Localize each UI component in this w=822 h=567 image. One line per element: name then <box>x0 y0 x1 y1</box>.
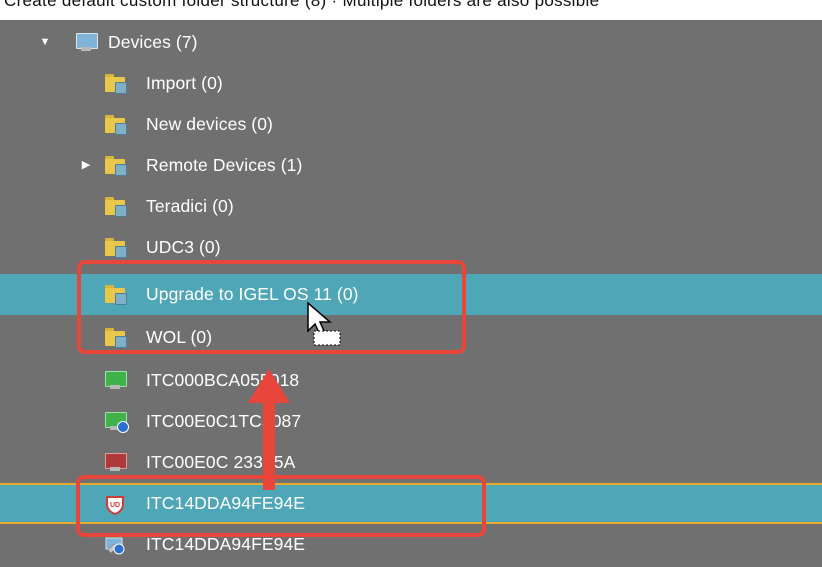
top-strip: Create default custom folder structure (… <box>0 0 822 20</box>
expand-arrow-icon[interactable]: ▶ <box>80 159 92 171</box>
folder-icon <box>104 114 127 135</box>
folder-label: New devices (0) <box>146 114 273 134</box>
device-label: ITC14DDA94FE94E <box>146 534 306 554</box>
folder-icon <box>104 73 127 94</box>
drag-cursor-icon <box>304 301 344 351</box>
monitor-red-icon <box>104 452 127 472</box>
expand-arrow-icon[interactable]: ▼ <box>39 36 51 48</box>
folder-label: Import (0) <box>146 73 223 93</box>
device-label: ITC00E0C1TC5087 <box>146 411 302 431</box>
annotation-box-target-folders <box>77 260 466 354</box>
folder-label: Teradici (0) <box>146 196 234 216</box>
annotation-box-selected-device <box>76 475 486 537</box>
folder-icon <box>104 237 127 258</box>
tree-node-devices[interactable]: ▼ Devices (7) <box>0 22 822 63</box>
folder-label: UDC3 (0) <box>146 237 221 257</box>
folder-icon <box>104 155 127 176</box>
annotation-arrow-shaft <box>263 400 275 490</box>
annotation-arrow-head-icon <box>248 369 290 403</box>
computer-monitor-icon <box>75 32 98 52</box>
tree-node-folder[interactable]: ▶ Remote Devices (1) <box>0 145 822 186</box>
cut-off-header-text: Create default custom folder structure (… <box>4 0 600 10</box>
tree-node-device[interactable]: ITC000BCA055018 <box>0 360 822 401</box>
tree-node-folder[interactable]: New devices (0) <box>0 104 822 145</box>
tree-node-folder[interactable]: Teradici (0) <box>0 186 822 227</box>
tree-node-folder[interactable]: Import (0) <box>0 63 822 104</box>
folder-label: Remote Devices (1) <box>146 155 303 175</box>
tree-node-device[interactable]: ITC00E0C1TC5087 <box>0 401 822 442</box>
wrench-monitor-icon <box>104 534 126 555</box>
tree-node-label: Devices (7) <box>108 32 198 52</box>
folder-icon <box>104 196 127 217</box>
monitor-green-icon <box>104 370 127 390</box>
monitor-green-info-icon <box>104 411 129 433</box>
